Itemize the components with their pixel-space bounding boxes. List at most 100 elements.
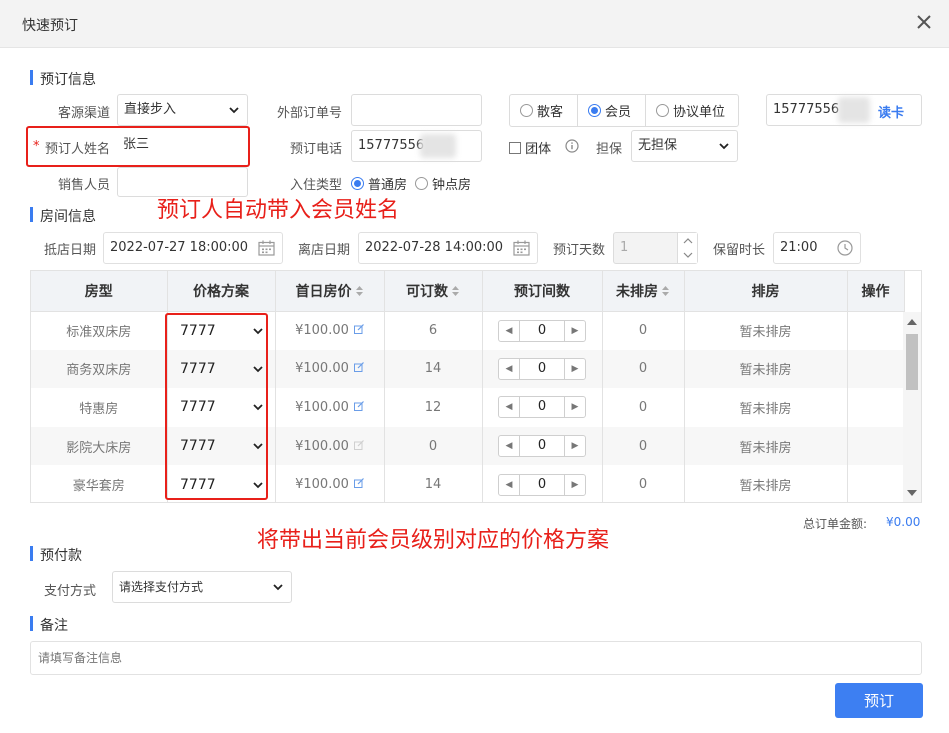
close-icon[interactable] [915, 12, 933, 32]
guarantee-label: 担保 [596, 142, 623, 157]
submit-booking-button[interactable]: 预订 [835, 683, 923, 718]
decrement-icon[interactable]: ◀ [499, 475, 519, 495]
qty-value[interactable]: 0 [519, 474, 565, 495]
qty-value[interactable]: 0 [519, 436, 565, 457]
scroll-down-icon[interactable] [907, 490, 917, 496]
sort-icon [355, 285, 363, 296]
qty-stepper[interactable]: ◀ 0 ▶ [498, 319, 586, 342]
arrive-label: 抵店日期 [43, 243, 96, 258]
calendar-icon[interactable] [513, 240, 530, 256]
qty-stepper[interactable]: ◀ 0 ▶ [498, 357, 586, 380]
radio-icon [520, 104, 533, 117]
guarantee-select[interactable]: 无担保 [631, 130, 738, 162]
phone-input[interactable]: 15777556 [351, 130, 482, 162]
qty-stepper[interactable]: ◀ 0 ▶ [498, 396, 586, 419]
guest-type-member[interactable]: 会员 [578, 95, 646, 126]
decrement-icon[interactable]: ◀ [499, 397, 519, 417]
guest-type-walkin-label: 散客 [537, 105, 564, 120]
edit-icon[interactable] [353, 324, 364, 335]
calendar-icon[interactable] [258, 240, 275, 256]
member-card-value: 15777556 [773, 102, 840, 117]
qty-value[interactable]: 0 [519, 397, 565, 418]
col-header-price-plan: 价格方案 [167, 271, 276, 312]
guest-type-walkin[interactable]: 散客 [510, 95, 578, 126]
qty-value[interactable]: 0 [519, 320, 565, 341]
payment-method-select[interactable]: 请选择支付方式 [112, 571, 292, 603]
guest-type-corporate[interactable]: 协议单位 [646, 95, 738, 126]
available-cell: 14 [384, 349, 483, 389]
decrement-icon[interactable]: ◀ [499, 359, 519, 379]
col-header-actions: 操作 [847, 271, 905, 312]
phone-label: 预订电话 [289, 142, 342, 157]
days-spinner[interactable] [677, 233, 697, 263]
redaction-blur [420, 134, 456, 158]
qty-stepper[interactable]: ◀ 0 ▶ [498, 435, 586, 458]
edit-icon[interactable] [353, 401, 364, 411]
read-card-link[interactable]: 读卡 [878, 102, 904, 121]
increment-icon[interactable]: ▶ [565, 475, 585, 495]
info-icon[interactable] [565, 139, 579, 153]
annotation-price-plan: 将带出当前会员级别对应的价格方案 [257, 528, 610, 553]
chevron-down-icon [273, 584, 283, 591]
keep-time-input[interactable]: 21:00 [773, 232, 861, 264]
depart-date-input[interactable]: 2022-07-28 14:00:00 [358, 232, 538, 264]
qty-stepper[interactable]: ◀ 0 ▶ [498, 473, 586, 496]
days-label: 预订天数 [552, 243, 605, 258]
edit-icon[interactable] [353, 362, 364, 373]
qty-cell: ◀ 0 ▶ [482, 349, 603, 389]
decrement-icon[interactable]: ◀ [499, 436, 519, 456]
keep-time-value: 21:00 [780, 240, 818, 255]
group-checkbox[interactable]: 团体 [509, 138, 551, 157]
spin-up-icon[interactable] [683, 237, 693, 245]
redaction-blur [838, 97, 870, 123]
scroll-up-icon[interactable] [907, 319, 917, 325]
increment-icon[interactable]: ▶ [565, 397, 585, 417]
col-header-room-type: 房型 [31, 271, 168, 312]
spin-down-icon[interactable] [683, 251, 693, 259]
checkin-type-group: 普通房 钟点房 [351, 174, 471, 193]
price-cell: ¥100.00 [275, 311, 385, 350]
decrement-icon[interactable]: ◀ [499, 321, 519, 341]
actions-cell [847, 349, 905, 389]
increment-icon[interactable]: ▶ [565, 436, 585, 456]
qty-value[interactable]: 0 [519, 358, 565, 379]
col-header-unassigned[interactable]: 未排房 [602, 271, 685, 312]
channel-select[interactable]: 直接步入 [117, 94, 248, 126]
checkin-type-hourly[interactable]: 钟点房 [415, 174, 471, 193]
col-booking-qty-label: 预订间数 [514, 283, 570, 300]
dialog-title: 快速预订 [22, 18, 78, 34]
increment-icon[interactable]: ▶ [565, 321, 585, 341]
sort-icon [662, 285, 669, 296]
days-value: 1 [620, 240, 629, 255]
available-cell: 12 [384, 388, 483, 427]
col-header-available[interactable]: 可订数 [384, 271, 483, 312]
checkin-type-label: 入住类型 [289, 178, 342, 193]
qty-cell: ◀ 0 ▶ [482, 311, 603, 350]
col-header-assign: 排房 [684, 271, 848, 312]
radio-checked-icon [588, 104, 601, 117]
payment-method-label: 支付方式 [43, 584, 96, 599]
arrive-date-input[interactable]: 2022-07-27 18:00:00 [103, 232, 283, 264]
channel-select-value: 直接步入 [124, 102, 177, 117]
table-row: 豪华套房 7777 ¥100.00 14 ◀ 0 ▶ 0 暂未排房 [31, 465, 905, 502]
table-scrollbar[interactable] [903, 312, 921, 502]
qty-cell: ◀ 0 ▶ [482, 426, 603, 466]
remarks-input[interactable] [30, 641, 922, 675]
checkin-type-normal[interactable]: 普通房 [351, 174, 407, 193]
edit-icon[interactable] [353, 478, 364, 489]
guarantee-value: 无担保 [638, 138, 678, 153]
unassigned-cell: 0 [602, 426, 685, 466]
annotation-member-name: 预订人自动带入会员姓名 [157, 198, 400, 223]
col-header-first-day-price[interactable]: 首日房价 [275, 271, 385, 312]
ext-order-label: 外部订单号 [276, 106, 342, 121]
clock-icon[interactable] [837, 240, 853, 256]
ext-order-input[interactable] [351, 94, 482, 126]
days-input[interactable]: 1 [613, 232, 698, 264]
radio-checked-icon [351, 177, 364, 190]
assign-cell: 暂未排房 [684, 349, 848, 389]
checkbox-icon [509, 142, 521, 154]
price-value: ¥100.00 [295, 477, 349, 493]
col-first-day-price-label: 首日房价 [295, 283, 352, 300]
increment-icon[interactable]: ▶ [565, 359, 585, 379]
scroll-thumb[interactable] [906, 334, 918, 390]
